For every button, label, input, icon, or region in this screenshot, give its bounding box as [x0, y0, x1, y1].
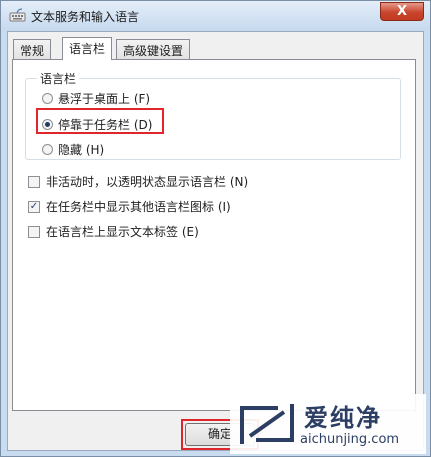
checkbox-transparent-when-inactive[interactable]: 非活动时，以透明状态显示语言栏 (N) — [28, 173, 248, 190]
highlight-box — [36, 108, 164, 134]
title-bar[interactable]: 文本服务和输入语言 X — [1, 1, 430, 31]
close-button[interactable]: X — [380, 2, 424, 21]
radio-label: 悬浮于桌面上 (F) — [58, 92, 151, 106]
radio-label: 隐藏 (H) — [58, 143, 105, 157]
keyboard-icon — [9, 8, 26, 22]
checkbox-label: 非活动时，以透明状态显示语言栏 (N) — [46, 175, 249, 189]
tab-language-bar-label: 语言栏 — [69, 42, 106, 56]
checkbox-show-extra-icons[interactable]: ✓ 在任务栏中显示其他语言栏图标 (I) — [28, 198, 231, 215]
watermark: 爱纯净 aichunjing.com — [230, 394, 426, 454]
brand-logo-icon — [240, 404, 294, 444]
radio-button[interactable] — [42, 93, 53, 104]
radio-hidden[interactable]: 隐藏 (H) — [42, 141, 104, 158]
tab-advanced-key-settings[interactable]: 高级键设置 — [116, 39, 191, 59]
group-title: 语言栏 — [37, 70, 80, 87]
checkbox[interactable] — [28, 175, 40, 188]
tab-panel: 语言栏 悬浮于桌面上 (F) 停靠于任务栏 (D) 隐藏 (H) 非活动时，以透… — [12, 59, 416, 411]
checkbox-label: 在任务栏中显示其他语言栏图标 (I) — [46, 200, 231, 214]
dialog-window: 文本服务和输入语言 X 常规 语言栏 高级键设置 语言栏 悬浮于桌面上 (F) — [0, 0, 431, 457]
watermark-brand: 爱纯净 — [304, 404, 382, 432]
checkbox-show-text-labels[interactable]: 在语言栏上显示文本标签 (E) — [28, 223, 199, 240]
tab-general[interactable]: 常规 — [13, 39, 52, 59]
window-title: 文本服务和输入语言 — [31, 10, 140, 24]
checkbox-label: 在语言栏上显示文本标签 (E) — [46, 225, 199, 239]
radio-button[interactable] — [42, 144, 53, 155]
radio-float-on-desktop[interactable]: 悬浮于桌面上 (F) — [42, 90, 150, 107]
tab-advanced-label: 高级键设置 — [123, 44, 184, 58]
tab-general-label: 常规 — [20, 44, 45, 58]
dialog-body: 常规 语言栏 高级键设置 语言栏 悬浮于桌面上 (F) 停靠于任务栏 (D) 隐… — [7, 31, 424, 451]
close-icon: X — [396, 4, 408, 19]
tab-language-bar[interactable]: 语言栏 — [62, 37, 113, 60]
watermark-url: aichunjing.com — [300, 432, 400, 447]
ok-button-label: 确定 — [207, 427, 232, 441]
checkbox-checked[interactable]: ✓ — [28, 200, 40, 213]
checkbox[interactable] — [28, 225, 40, 238]
